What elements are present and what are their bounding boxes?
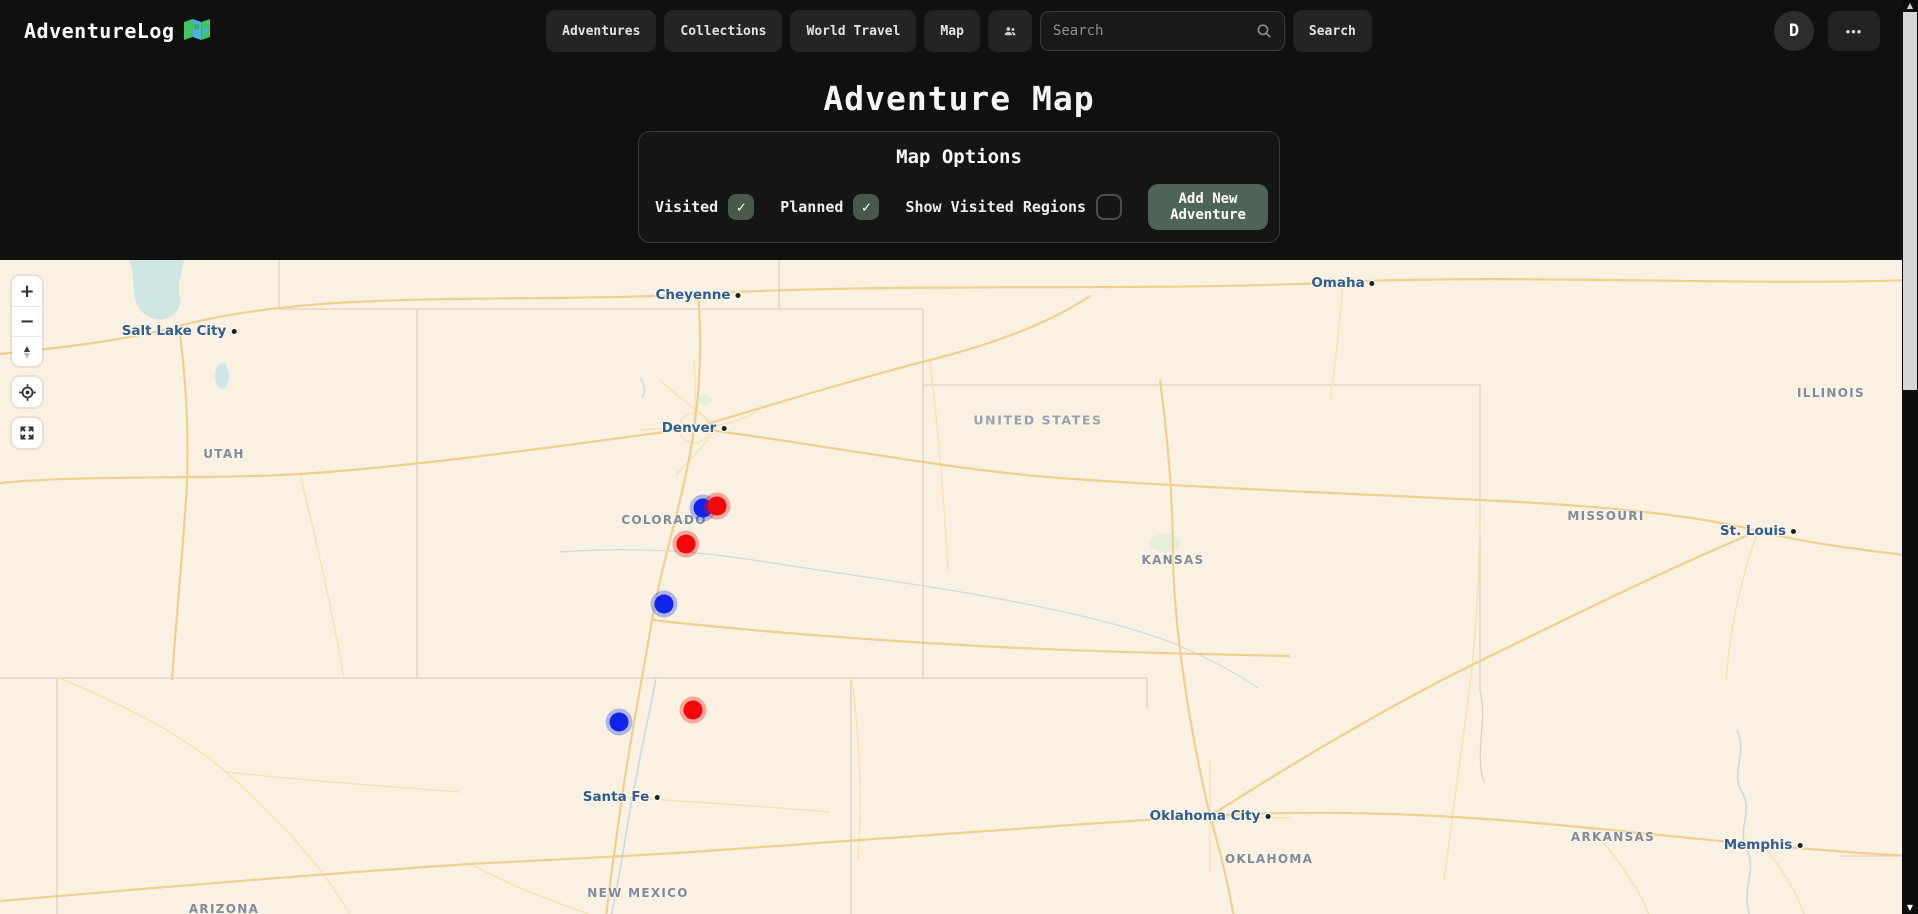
toggle-visited[interactable]: Visited ✓ bbox=[655, 194, 754, 220]
city-name: St. Louis bbox=[1720, 523, 1786, 539]
search-icon bbox=[1256, 23, 1272, 39]
toggle-label-planned: Planned bbox=[780, 198, 843, 216]
header-right: D ••• bbox=[1774, 11, 1918, 51]
nav-collections[interactable]: Collections bbox=[664, 10, 782, 52]
state-label-colorado: COLORADO bbox=[621, 513, 707, 527]
compass-down-icon: ▼ bbox=[24, 352, 30, 359]
city-name: Memphis bbox=[1724, 837, 1793, 853]
checkbox-visited[interactable]: ✓ bbox=[728, 194, 754, 220]
nav-adventures[interactable]: Adventures bbox=[546, 10, 656, 52]
toggle-label-visited: Visited bbox=[655, 198, 718, 216]
scrollbar-thumb[interactable] bbox=[1903, 12, 1917, 390]
city-dot bbox=[1370, 281, 1375, 286]
shared-users-button[interactable] bbox=[988, 10, 1032, 52]
search-button[interactable]: Search bbox=[1293, 10, 1372, 52]
adventure-marker-red-1[interactable] bbox=[708, 497, 727, 516]
adventure-marker-blue-5[interactable] bbox=[610, 713, 629, 732]
adventure-marker-red-2[interactable] bbox=[677, 535, 696, 554]
state-label-new-mexico: NEW MEXICO bbox=[587, 886, 689, 900]
toggle-planned[interactable]: Planned ✓ bbox=[780, 194, 879, 220]
city-name: Cheyenne bbox=[655, 287, 730, 303]
city-label-denver: Denver bbox=[662, 420, 727, 436]
city-label-cheyenne: Cheyenne bbox=[655, 287, 740, 303]
header: AdventureLog AdventuresCollectionsWorld … bbox=[0, 0, 1918, 62]
map-base-layer bbox=[0, 260, 1902, 914]
nav-world-travel[interactable]: World Travel bbox=[791, 10, 917, 52]
city-label-santa-fe: Santa Fe bbox=[583, 789, 660, 805]
city-label-st-louis: St. Louis bbox=[1720, 523, 1796, 539]
app-logo[interactable]: AdventureLog bbox=[24, 18, 210, 44]
more-menu-button[interactable]: ••• bbox=[1828, 11, 1880, 51]
city-name: Salt Lake City bbox=[122, 323, 227, 339]
zoom-control-group: + − ▲ ▼ bbox=[12, 276, 42, 366]
app-logo-text: AdventureLog bbox=[24, 19, 175, 43]
state-label-oklahoma: OKLAHOMA bbox=[1225, 852, 1313, 866]
state-label-utah: UTAH bbox=[203, 447, 245, 461]
map-options-panel: Map Options Visited ✓ Planned ✓ Show Visited… bbox=[638, 131, 1280, 243]
nav-buttons: AdventuresCollectionsWorld TravelMap bbox=[546, 10, 980, 52]
city-dot bbox=[1797, 843, 1802, 848]
search-input-wrapper bbox=[1040, 11, 1285, 51]
city-dot bbox=[721, 426, 726, 431]
city-dot bbox=[1791, 529, 1796, 534]
map-options-title: Map Options bbox=[655, 146, 1263, 168]
map-canvas[interactable]: Cheyenne Salt Lake City Omaha Denver St. Lou… bbox=[0, 260, 1902, 914]
scrollbar-down-icon[interactable]: ▼ bbox=[1902, 903, 1918, 912]
zoom-in-button[interactable]: + bbox=[12, 276, 42, 306]
primary-nav: AdventuresCollectionsWorld TravelMap Sea… bbox=[546, 10, 1372, 52]
users-icon bbox=[1004, 23, 1016, 39]
city-name: Santa Fe bbox=[583, 789, 650, 805]
city-dot bbox=[231, 329, 236, 334]
city-label-memphis: Memphis bbox=[1724, 837, 1803, 853]
page-scrollbar[interactable]: ▲ ▼ bbox=[1902, 0, 1918, 914]
toggles: Visited ✓ Planned ✓ Show Visited Regions bbox=[655, 194, 1148, 220]
fullscreen-control bbox=[12, 418, 42, 448]
city-dot bbox=[1265, 814, 1270, 819]
avatar[interactable]: D bbox=[1774, 11, 1814, 51]
zoom-out-button[interactable]: − bbox=[12, 306, 42, 336]
fullscreen-icon bbox=[19, 425, 35, 441]
state-label-arizona: ARIZONA bbox=[189, 902, 259, 914]
scrollbar-up-icon[interactable]: ▲ bbox=[1902, 1, 1918, 10]
adventure-marker-red-4[interactable] bbox=[684, 701, 703, 720]
city-label-oklahoma-city: Oklahoma City bbox=[1150, 808, 1271, 824]
state-label-illinois: ILLINOIS bbox=[1797, 386, 1865, 400]
search-input[interactable] bbox=[1053, 23, 1248, 39]
geolocate-icon bbox=[19, 384, 36, 401]
city-name: Omaha bbox=[1311, 275, 1364, 291]
map-controls: + − ▲ ▼ bbox=[12, 276, 42, 459]
city-name: Oklahoma City bbox=[1150, 808, 1261, 824]
city-name: Denver bbox=[662, 420, 717, 436]
nav-map[interactable]: Map bbox=[924, 10, 979, 52]
state-label-kansas: KANSAS bbox=[1141, 553, 1204, 567]
state-label-arkansas: ARKANSAS bbox=[1571, 830, 1655, 844]
checkbox-planned[interactable]: ✓ bbox=[853, 194, 879, 220]
geolocate-control bbox=[12, 377, 42, 407]
map-options-row: Visited✓Planned✓Show Visited Regions Add… bbox=[655, 184, 1263, 230]
fullscreen-button[interactable] bbox=[12, 418, 42, 448]
checkbox-show-visited-regions[interactable] bbox=[1096, 194, 1122, 220]
map-emoji-icon bbox=[184, 18, 210, 44]
geolocate-button[interactable] bbox=[12, 377, 42, 407]
adventure-marker-blue-3[interactable] bbox=[655, 595, 674, 614]
toggle-label-show-visited-regions: Show Visited Regions bbox=[905, 198, 1086, 216]
city-dot bbox=[736, 293, 741, 298]
page-title: Adventure Map bbox=[0, 79, 1918, 118]
compass-button[interactable]: ▲ ▼ bbox=[12, 336, 42, 366]
city-dot bbox=[654, 795, 659, 800]
city-label-omaha: Omaha bbox=[1311, 275, 1374, 291]
state-label-missouri: MISSOURI bbox=[1567, 509, 1644, 523]
add-new-adventure-button[interactable]: Add New Adventure bbox=[1148, 184, 1268, 230]
toggle-show-visited-regions[interactable]: Show Visited Regions bbox=[905, 194, 1122, 220]
country-label-united-states: UNITED STATES bbox=[973, 413, 1102, 428]
city-label-salt-lake-city: Salt Lake City bbox=[122, 323, 237, 339]
